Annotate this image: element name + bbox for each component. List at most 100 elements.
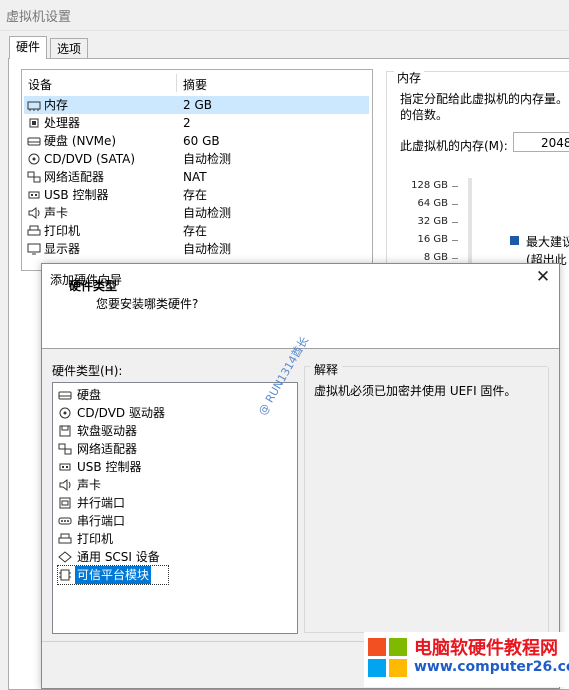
legend-max-label: 最大建议 xyxy=(526,235,569,249)
hardware-type-label: CD/DVD 驱动器 xyxy=(77,406,165,420)
hardware-type-item[interactable]: CD/DVD 驱动器 xyxy=(58,404,168,422)
windows-logo-icon xyxy=(368,638,408,678)
column-separator xyxy=(176,74,177,92)
hardware-type-label: 并行端口 xyxy=(77,496,126,510)
add-hardware-wizard: 添加硬件向导 ✕ 硬件类型 您要安装哪类硬件? 硬件类型(H): 硬盘 CD/DV… xyxy=(41,263,560,689)
tab-options[interactable]: 选项 xyxy=(50,38,89,59)
device-name: 网络适配器 xyxy=(44,170,105,184)
hardware-type-item[interactable]: 硬盘 xyxy=(58,386,168,404)
hardware-type-item[interactable]: 可信平台模块 xyxy=(57,565,169,585)
device-summary: 自动检测 xyxy=(183,242,232,256)
hardware-type-list[interactable]: 硬盘 CD/DVD 驱动器 软盘驱动器网络适配器 USB 控制器 声卡并行端口串行端口打… xyxy=(52,382,298,634)
device-name: USB 控制器 xyxy=(44,188,109,202)
logo-site-name: 电脑软硬件教程网 xyxy=(414,638,558,659)
display-icon xyxy=(27,243,41,255)
device-row[interactable]: 显示器 自动检测 xyxy=(24,240,369,258)
device-name: 声卡 xyxy=(44,206,69,220)
device-name: 打印机 xyxy=(44,224,81,238)
memory-group-title: 内存 xyxy=(394,69,425,86)
device-row[interactable]: CD/DVD (SATA) 自动检测 xyxy=(24,150,369,168)
memory-tick-mark xyxy=(452,240,458,241)
memory-description-line2: 的倍数。 xyxy=(400,108,449,122)
disk-icon xyxy=(27,137,41,146)
network-icon xyxy=(58,443,72,455)
scsi-icon xyxy=(58,551,72,563)
hardware-type-label: USB 控制器 xyxy=(77,460,142,474)
memory-tick-mark xyxy=(452,186,458,187)
memory-tick-mark xyxy=(452,258,458,259)
memory-input[interactable]: 2048 xyxy=(513,132,569,152)
serial-port-icon xyxy=(58,517,72,525)
hardware-type-label: 声卡 xyxy=(77,478,102,492)
device-row[interactable]: 网络适配器 NAT xyxy=(24,168,369,186)
close-icon[interactable]: ✕ xyxy=(533,267,553,287)
column-header-device[interactable]: 设备 xyxy=(28,76,52,93)
logo-site-url: www.computer26.com xyxy=(414,659,569,675)
hardware-type-item[interactable]: 打印机 xyxy=(58,530,168,548)
hardware-type-label: 网络适配器 xyxy=(77,442,138,456)
sound-icon xyxy=(59,479,71,491)
memory-tick-mark xyxy=(452,222,458,223)
device-name: 处理器 xyxy=(44,116,81,130)
network-icon xyxy=(27,171,41,183)
device-list[interactable]: 设备 摘要 内存 2 GB 处理器 2 硬盘 (NVMe) 60 GB CD/DVD (SA… xyxy=(21,69,373,271)
hardware-type-item[interactable]: 并行端口 xyxy=(58,494,168,512)
device-summary: 60 GB xyxy=(183,134,220,148)
explanation-title: 解释 xyxy=(310,361,343,378)
hardware-type-item[interactable]: USB 控制器 xyxy=(58,458,168,476)
explanation-box xyxy=(304,367,549,633)
hardware-type-label: 通用 SCSI 设备 xyxy=(77,550,160,564)
device-row[interactable]: 硬盘 (NVMe) 60 GB xyxy=(24,132,369,150)
device-summary: NAT xyxy=(183,170,207,184)
sound-icon xyxy=(28,207,40,219)
device-summary: 存在 xyxy=(183,188,208,202)
hardware-type-item[interactable]: 网络适配器 xyxy=(58,440,168,458)
device-name: 显示器 xyxy=(44,242,81,256)
printer-icon xyxy=(58,533,72,544)
memory-icon xyxy=(27,101,41,111)
column-header-summary[interactable]: 摘要 xyxy=(183,76,207,93)
device-name: CD/DVD (SATA) xyxy=(44,152,136,166)
tpm-icon xyxy=(59,569,71,581)
memory-tick-mark xyxy=(452,204,458,205)
memory-description: 指定分配给此虚拟机的内存量。 的倍数。 xyxy=(400,91,569,123)
wizard-header-subtitle: 您要安装哪类硬件? xyxy=(96,297,199,311)
floppy-icon xyxy=(59,425,71,437)
device-summary: 存在 xyxy=(183,224,208,238)
device-row[interactable]: 打印机 存在 xyxy=(24,222,369,240)
memory-tick-label: 64 GB xyxy=(417,198,448,209)
wizard-header-title: 硬件类型 xyxy=(69,279,118,293)
hardware-type-label: 可信平台模块 xyxy=(75,566,152,584)
memory-tick-label: 128 GB xyxy=(411,180,448,191)
device-summary: 2 GB xyxy=(183,98,212,112)
hardware-type-label: 软盘驱动器 xyxy=(77,424,138,438)
hardware-type-item[interactable]: 串行端口 xyxy=(58,512,168,530)
device-summary: 2 xyxy=(183,116,191,130)
hardware-type-label: 硬盘 xyxy=(77,388,102,402)
usb-icon xyxy=(59,463,71,471)
title-divider xyxy=(0,30,569,31)
device-name: 内存 xyxy=(44,98,69,112)
hardware-type-label: 串行端口 xyxy=(77,514,126,528)
memory-tick-label: 8 GB xyxy=(423,252,448,263)
cd-icon xyxy=(28,153,40,165)
printer-icon xyxy=(27,225,41,236)
legend-max-swatch xyxy=(510,236,519,245)
device-row[interactable]: 声卡 自动检测 xyxy=(24,204,369,222)
usb-icon xyxy=(28,191,40,199)
parallel-port-icon xyxy=(59,497,71,509)
device-row[interactable]: 处理器 2 xyxy=(24,114,369,132)
memory-description-line1: 指定分配给此虚拟机的内存量。 xyxy=(400,92,569,106)
hardware-type-item[interactable]: 通用 SCSI 设备 xyxy=(58,548,168,566)
device-row[interactable]: 内存 2 GB xyxy=(24,96,369,114)
window-title: 虚拟机设置 xyxy=(6,10,72,25)
device-row[interactable]: USB 控制器 存在 xyxy=(24,186,369,204)
tab-hardware[interactable]: 硬件 xyxy=(9,36,48,59)
device-name: 硬盘 (NVMe) xyxy=(44,134,117,148)
hardware-type-item[interactable]: 软盘驱动器 xyxy=(58,422,168,440)
disk-icon xyxy=(58,391,72,400)
memory-slider-track[interactable] xyxy=(468,178,472,268)
memory-field-label: 此虚拟机的内存(M): xyxy=(400,139,508,153)
hardware-type-label: 打印机 xyxy=(77,532,114,546)
hardware-type-item[interactable]: 声卡 xyxy=(58,476,168,494)
